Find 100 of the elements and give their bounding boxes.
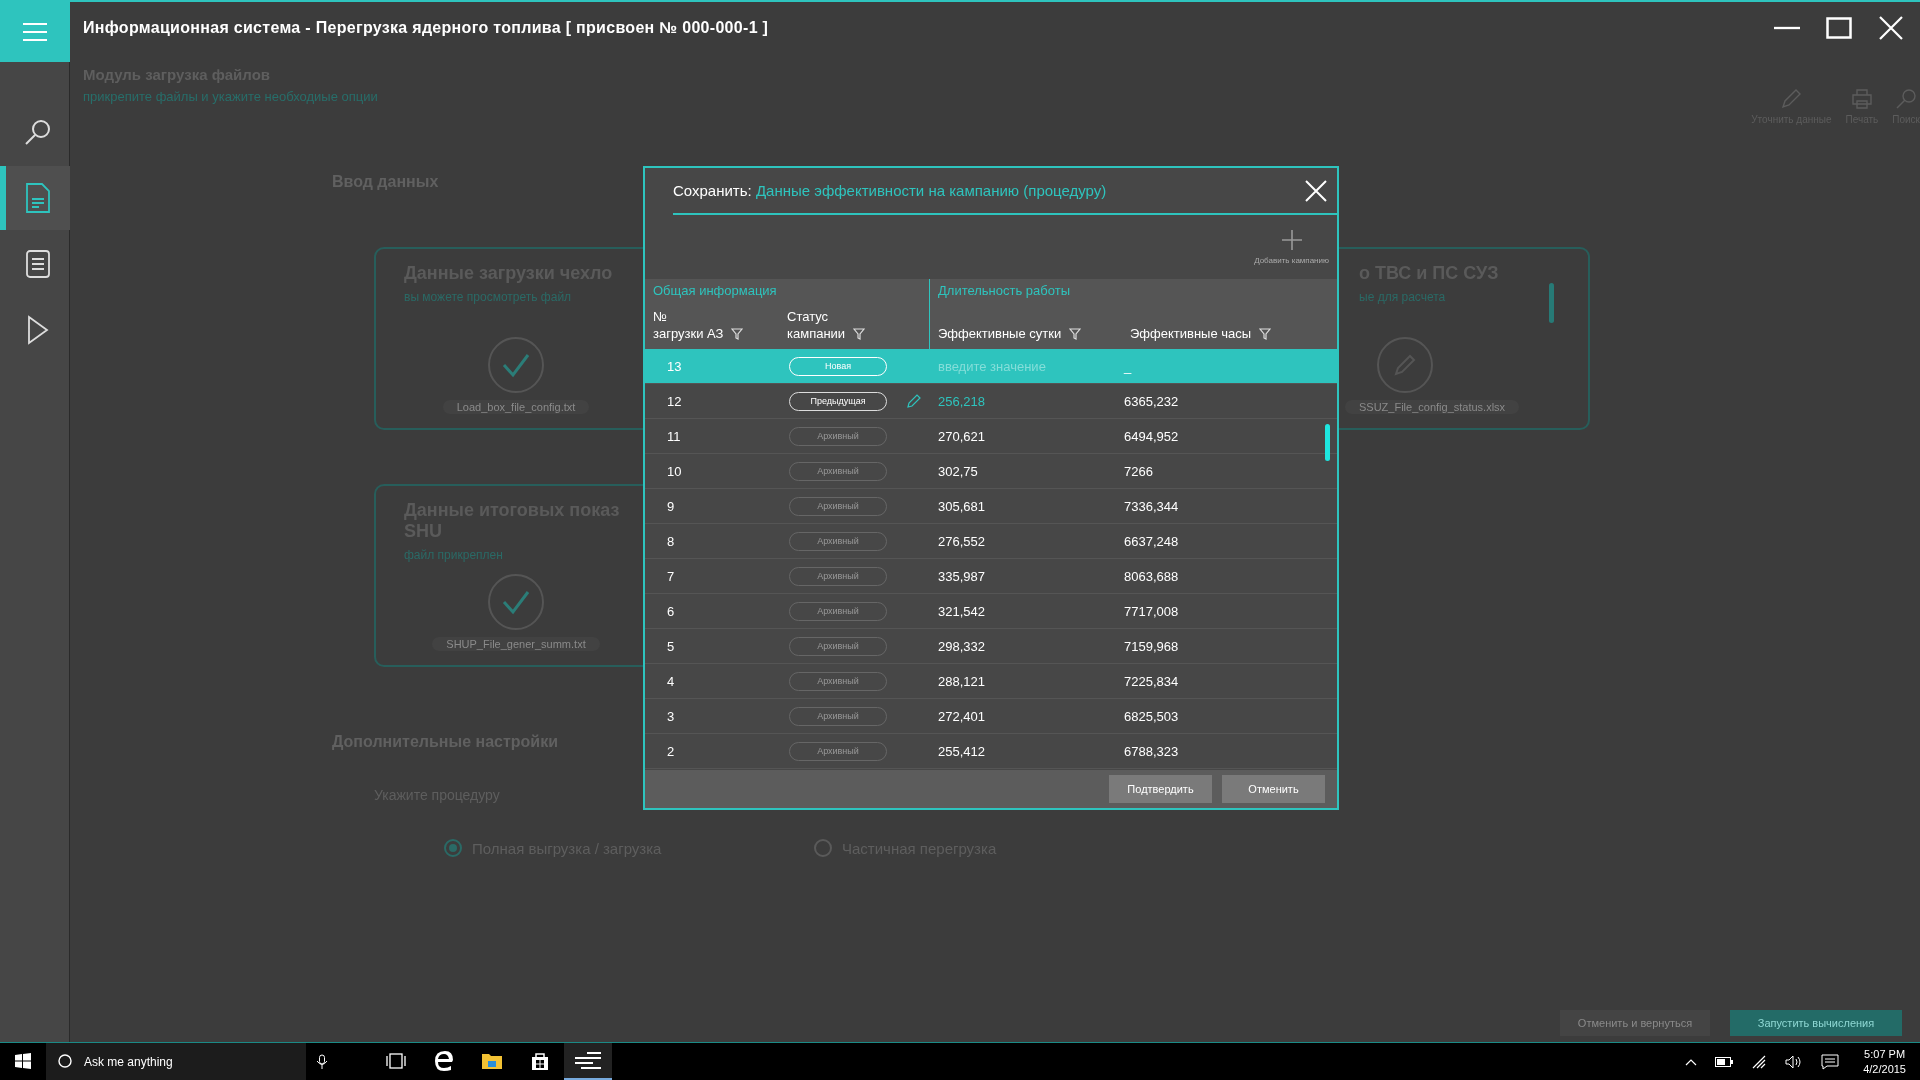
table-cell: 298,332 [938,638,985,654]
volume-icon[interactable] [1785,1054,1804,1069]
table-cell-text: 6365,232 [1124,393,1180,409]
table-row[interactable]: 10 Архивный 302,75 7266 [645,454,1337,489]
file-name: SHUP_File_gener_summ.txt [432,637,600,651]
pencil-icon[interactable] [907,394,921,408]
table-row[interactable]: 7 Архивный 335,987 8063,688 [645,559,1337,594]
table-cell-text: 7717,008 [1124,603,1180,619]
table-cell-text: 4 [666,673,676,689]
shopping-bag-icon [530,1050,550,1071]
table-cell: 270,621 [938,428,985,444]
window-title: Информационная система - Перегрузка ядерного топлива [ присвоен № 000-000-1 ] [83,19,769,37]
windows-logo-icon [15,1052,31,1069]
pencil-icon [1780,88,1803,110]
table-cell: 276,552 [938,533,985,549]
table-cell-text: 6494,952 [1124,428,1180,444]
table-cell: 321,542 [938,603,985,619]
close-icon [1879,16,1903,40]
notifications-icon[interactable] [1821,1053,1840,1070]
dialog-button[interactable]: Подтвердить [1109,775,1212,803]
table-cell-text: 7159,968 [1124,638,1180,654]
search-icon [23,117,53,147]
table-row[interactable]: 13 Новая введите значение _ [645,349,1337,384]
dialog-title: Сохранить: Данные эффективности на кампанию (процедуру) [673,182,1107,199]
filter-icon[interactable] [731,328,744,340]
scrollbar[interactable] [1325,424,1330,461]
table-cell: 302,75 [938,463,978,479]
table-row[interactable]: 9 Архивный 305,681 7336,344 [645,489,1337,524]
table-cell-text: 8 [666,533,676,549]
table-row[interactable]: 8 Архивный 276,552 6637,248 [645,524,1337,559]
table-cell: 335,987 [938,568,985,584]
table-cell: 256,218 [938,393,985,409]
table-cell-text: 7336,344 [1124,498,1180,514]
pencil-circle-icon [1376,336,1434,394]
table-cell-text: 11 [666,428,682,444]
column-header: Эффективные сутки [938,326,1062,343]
dialog-button[interactable]: Отменить [1222,775,1325,803]
microphone-icon[interactable] [316,1053,328,1070]
sidebar-item[interactable] [0,166,70,230]
table-cell-text: 5 [666,638,676,654]
folder-icon [481,1051,503,1070]
clock-date: 4/2/2015 [1863,1061,1906,1077]
table-row[interactable]: 12 Предыдущая 256,218 6365,232 [645,384,1337,419]
check-circle-icon [487,336,545,394]
table-row[interactable]: 6 Архивный 321,542 7717,008 [645,594,1337,629]
table-cell-text: 12 [666,393,683,409]
file-name: Load_box_file_config.txt [442,400,590,414]
file-name: SSUZ_File_config_status.xlsx [1345,400,1520,414]
table-cell-text: 6825,503 [1124,708,1180,724]
search-field[interactable]: Ask me anything [46,1043,306,1080]
menu-icon [23,22,47,42]
filter-icon[interactable] [1069,328,1082,340]
search-icon [1895,88,1918,110]
filter-icon[interactable] [853,328,866,340]
table-cell-text: _ [1124,358,1133,374]
table-cell-text: 6788,323 [1124,743,1180,759]
scrollbar[interactable] [1549,283,1554,323]
list-icon [25,249,51,279]
battery-icon[interactable] [1715,1056,1734,1067]
table-cell-text: 7 [666,568,676,584]
printer-icon [1850,88,1873,110]
table-cell-text: 2 [666,743,676,759]
app-icon [573,1050,603,1071]
table-cell-text: 6637,248 [1124,533,1180,549]
table-cell: 255,412 [938,743,985,759]
check-circle-icon [487,573,545,631]
table-cell: 272,401 [938,708,985,724]
close-button[interactable] [1305,179,1327,202]
document-icon [25,183,51,213]
maximize-icon [1826,17,1852,39]
table-row[interactable]: 3 Архивный 272,401 6825,503 [645,699,1337,734]
clock-time: 5:07 PM [1864,1046,1906,1062]
table-cell-text: 7266 [1124,463,1154,479]
column-header: № загрузки АЗ [653,309,724,343]
group-header: Общая информация [652,283,777,298]
table-cell-text: 13 [666,358,683,374]
filter-icon[interactable] [1259,328,1272,340]
wifi-icon[interactable] [1751,1054,1768,1069]
table-cell: 305,681 [938,498,985,514]
taskbar-app[interactable] [564,1043,612,1080]
task-view-icon [386,1052,406,1069]
table-cell-text: 10 [666,463,683,479]
plus-icon [1281,229,1302,250]
table-row[interactable]: 5 Архивный 298,332 7159,968 [645,629,1337,664]
table-cell: 288,121 [938,673,985,689]
table-cell-text: 8063,688 [1124,568,1180,584]
action-button[interactable]: Запустить вычисления [1730,1010,1902,1036]
browser-icon [433,1049,455,1072]
table-row[interactable]: 4 Архивный 288,121 7225,834 [645,664,1337,699]
play-icon [26,315,50,345]
table-cell-text: 9 [666,498,676,514]
table-cell-text: 3 [666,708,676,724]
table-row[interactable]: 2 Архивный 255,412 6788,323 [645,734,1337,769]
minimize-icon [1774,26,1800,30]
input-field[interactable]: введите значение [938,358,1108,374]
group-header: Длительность работы [937,283,1070,298]
action-button[interactable]: Отменить и вернуться [1560,1010,1710,1036]
table-cell-text: 7225,834 [1124,673,1180,689]
chevron-up-icon[interactable] [1685,1057,1698,1066]
table-cell-text: 6 [666,603,676,619]
